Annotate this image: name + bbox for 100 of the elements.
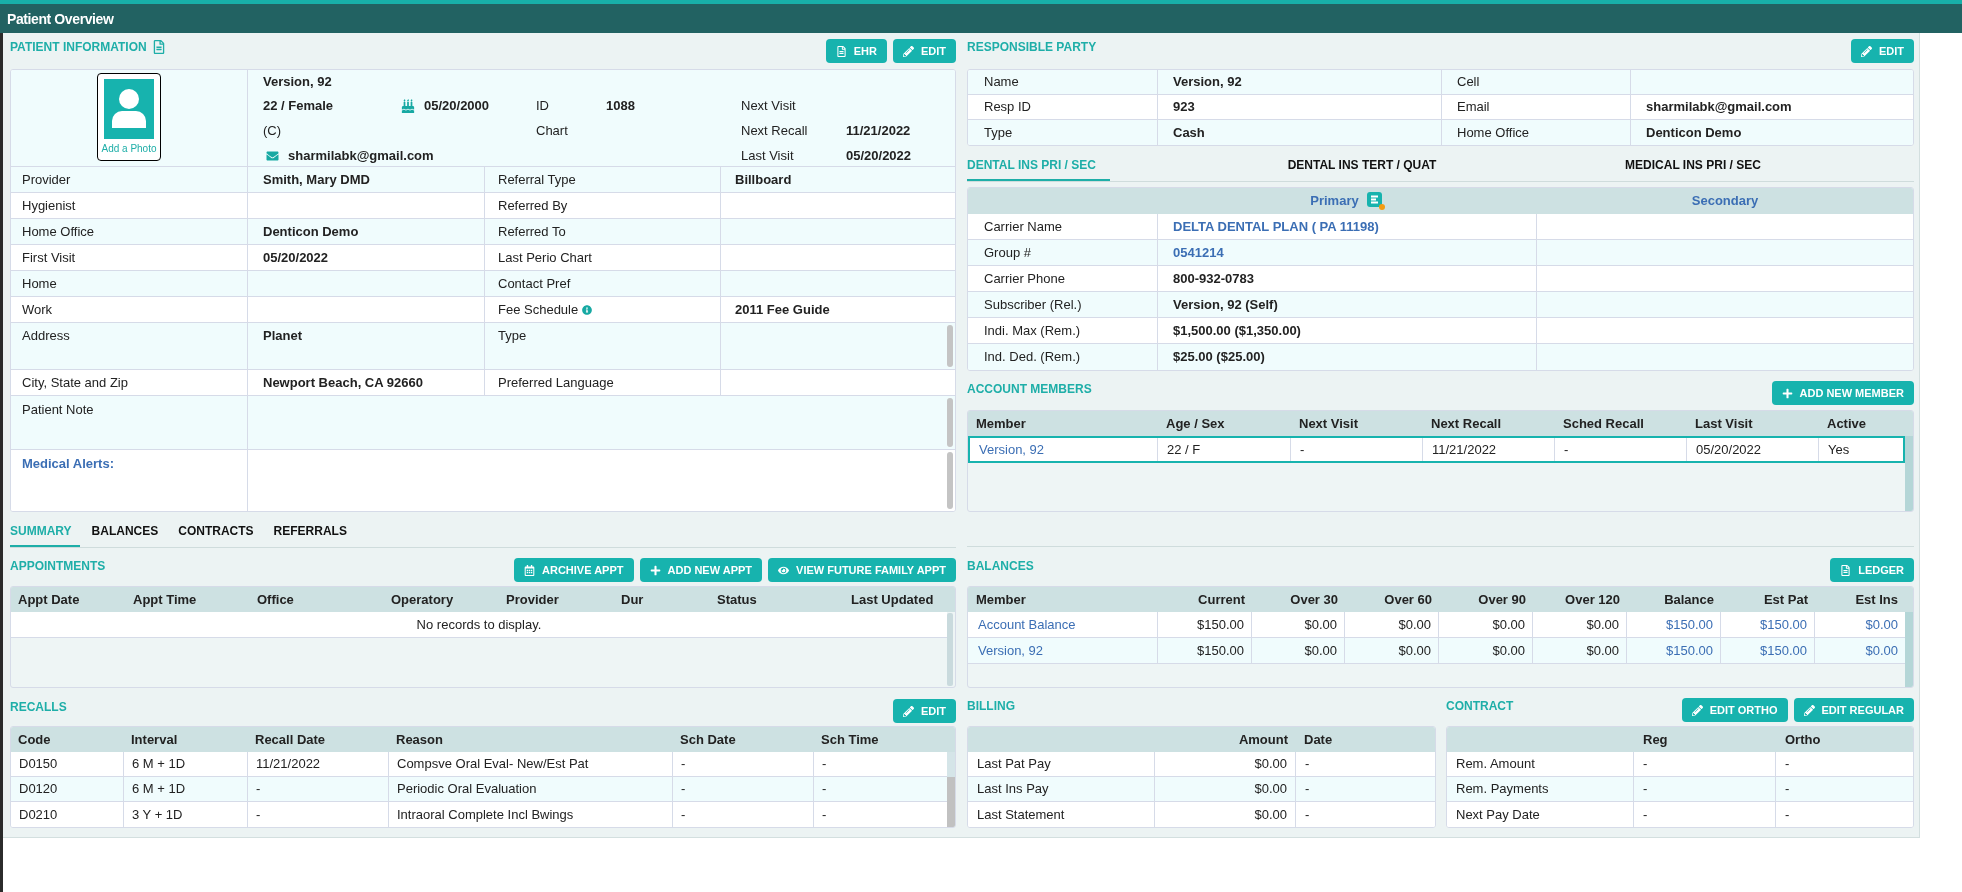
amount-link[interactable]: $150.00 <box>1721 612 1815 638</box>
field-value: 05/20/2022 <box>248 245 485 271</box>
scrollbar-track[interactable] <box>947 752 955 827</box>
field-label: Contact Pref <box>485 271 721 297</box>
amount-link[interactable]: $0.00 <box>1815 638 1905 664</box>
edit-button[interactable]: EDIT <box>892 39 956 63</box>
column-header: Provider <box>505 591 560 608</box>
field-value: 923 <box>1158 95 1442 120</box>
field-link[interactable]: DELTA DENTAL PLAN ( PA 11198) <box>1158 214 1537 240</box>
table-cell: D0150 <box>11 752 124 777</box>
table-cell: 11/21/2022 <box>1423 438 1555 461</box>
tab[interactable]: REFERRALS <box>273 523 355 547</box>
column-header: Reason <box>395 731 444 748</box>
edit-button[interactable]: EDIT REGULAR <box>1793 698 1914 722</box>
column-header: Current <box>1197 591 1246 608</box>
table-cell: Periodic Oral Evaluation <box>389 777 673 802</box>
view-button[interactable]: VIEW FUTURE FAMILY APPT <box>768 558 956 582</box>
ledger-button[interactable]: LEDGER <box>1830 558 1914 582</box>
pencil-icon <box>902 45 914 57</box>
field-label: Home <box>11 271 248 297</box>
column-header: Est Pat <box>1762 591 1809 608</box>
section-title: BALANCES <box>967 558 1034 574</box>
field-label: Home Office <box>1442 120 1631 145</box>
amount-link[interactable]: $150.00 <box>1627 612 1721 638</box>
field-link[interactable]: 0541214 <box>1158 240 1537 266</box>
table-cell: - <box>1634 752 1776 777</box>
column-header: Secondary <box>1691 193 1759 209</box>
tab[interactable]: DENTAL INS TERT / QUAT <box>1262 157 1462 181</box>
column-header: Last Updated <box>850 591 935 608</box>
edit-button[interactable]: EDIT <box>892 699 956 723</box>
field-label: Ind. Ded. (Rem.) <box>968 344 1158 370</box>
column-header: Dur <box>620 591 645 608</box>
field-value: 11/21/2022 <box>846 122 911 139</box>
add-button[interactable]: ADD NEW MEMBER <box>1771 381 1914 405</box>
field-value: Newport Beach, CA 92660 <box>248 370 485 396</box>
amount-link[interactable]: $150.00 <box>1721 638 1815 664</box>
table-cell: - <box>1776 777 1913 802</box>
calendar-icon <box>524 564 535 576</box>
scrollbar[interactable] <box>947 398 953 447</box>
field-value: Denticon Demo <box>248 219 485 245</box>
field-label: Chart <box>536 122 568 139</box>
scrollbar[interactable] <box>947 325 953 367</box>
add-photo-button[interactable]: Add a Photo <box>97 73 161 161</box>
column-header: Reg <box>1642 731 1669 748</box>
list-badge-icon[interactable] <box>1366 192 1385 210</box>
info-icon[interactable] <box>582 304 593 315</box>
table-cell: $0.00 <box>1252 638 1345 664</box>
section-title: RESPONSIBLE PARTY <box>967 39 1097 55</box>
tab[interactable]: BALANCES <box>91 523 167 547</box>
member-link[interactable]: Account Balance <box>968 612 1158 638</box>
field-label: ID <box>536 97 549 114</box>
table-cell: D0210 <box>11 802 124 827</box>
table-cell: 05/20/2022 <box>1687 438 1819 461</box>
column-header: Member <box>975 591 1027 608</box>
column-header: Sch Date <box>679 731 737 748</box>
section-title: APPOINTMENTS <box>10 558 106 574</box>
member-link[interactable]: Version, 92 <box>968 638 1158 664</box>
tab[interactable]: MEDICAL INS PRI / SEC <box>1593 157 1793 181</box>
table-cell: 11/21/2022 <box>248 752 389 777</box>
add-button[interactable]: ADD NEW APPT <box>639 558 763 582</box>
scrollbar[interactable] <box>1905 612 1913 687</box>
scrollbar[interactable] <box>947 613 953 686</box>
ehr-button[interactable]: EHR <box>825 39 887 63</box>
column-header: Last Visit <box>1694 415 1754 432</box>
table-cell: - <box>814 777 947 802</box>
table-cell: $0.00 <box>1345 638 1439 664</box>
table-cell: $0.00 <box>1533 612 1627 638</box>
edit-button[interactable]: EDIT <box>1850 39 1914 63</box>
plus-icon <box>649 564 661 576</box>
amount-link[interactable]: $150.00 <box>1627 638 1721 664</box>
archive-button[interactable]: ARCHIVE APPT <box>514 558 634 582</box>
field-value: 800-932-0783 <box>1158 266 1537 292</box>
scrollbar[interactable] <box>947 452 953 509</box>
tab[interactable]: CONTRACTS <box>178 523 262 547</box>
column-header: Interval <box>130 731 179 748</box>
column-header: Operatory <box>390 591 455 608</box>
alerts-label: Medical Alerts: <box>11 450 248 511</box>
table-row[interactable]: Version, 92 22 / F - 11/21/2022 - 05/20/2022 Yes <box>968 436 1905 463</box>
scrollbar[interactable] <box>1905 436 1913 511</box>
table-cell: 22 / F <box>1158 438 1291 461</box>
section-title: RECALLS <box>10 699 67 715</box>
scrollbar-thumb[interactable] <box>947 777 955 827</box>
pencil-icon <box>1803 704 1815 716</box>
amount-link[interactable]: $0.00 <box>1815 612 1905 638</box>
avatar-icon <box>104 79 154 139</box>
field-label: Resp ID <box>968 95 1158 120</box>
field-label: Rem. Amount <box>1447 752 1634 777</box>
birth-date: 05/20/2000 <box>424 97 490 114</box>
field-value: Planet <box>248 323 485 370</box>
edit-button[interactable]: EDIT ORTHO <box>1681 698 1788 722</box>
field-label: Referred To <box>485 219 721 245</box>
section-title: CONTRACT <box>1446 698 1514 714</box>
column-header: Member <box>975 415 1027 432</box>
member-link[interactable]: Version, 92 <box>970 438 1158 461</box>
column-header: Code <box>17 731 52 748</box>
document-icon[interactable] <box>152 40 165 54</box>
table-cell: - <box>1296 777 1435 802</box>
patient-name: Version, 92 <box>263 74 332 90</box>
field-label: Fee Schedule <box>498 301 579 318</box>
table-cell: $0.00 <box>1439 612 1533 638</box>
